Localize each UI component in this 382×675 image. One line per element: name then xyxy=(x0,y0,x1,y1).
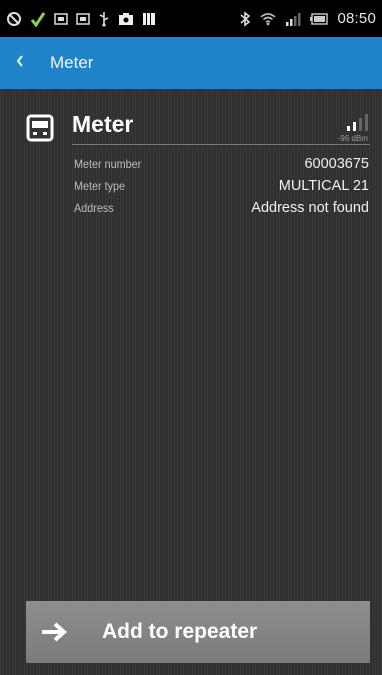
wifi-icon xyxy=(260,11,276,27)
detail-label: Meter type xyxy=(74,179,126,193)
usb-debug-icon xyxy=(30,11,46,27)
meter-header: Meter -96 dBm xyxy=(26,111,370,145)
battery-icon xyxy=(310,12,329,25)
screenshot-icon xyxy=(54,12,68,26)
signal-strength-label: -96 dBm xyxy=(337,134,368,143)
detail-row-meter-type: Meter type MULTICAL 21 xyxy=(74,178,369,200)
meter-details: Meter number 60003675 Meter type MULTICA… xyxy=(74,156,369,222)
add-to-repeater-label: Add to repeater xyxy=(102,620,258,643)
chevron-left-icon xyxy=(15,54,25,73)
signal-strength-icon xyxy=(346,113,368,131)
detail-value: Address not found xyxy=(251,200,369,216)
cell-signal-icon xyxy=(285,11,301,27)
bluetooth-icon xyxy=(239,10,251,27)
screenshot-icon xyxy=(76,12,90,26)
detail-label: Meter number xyxy=(74,157,142,171)
meter-device-icon xyxy=(26,114,54,142)
status-bar: 08:50 xyxy=(0,0,382,37)
status-time: 08:50 xyxy=(337,10,376,27)
app-bar: Meter xyxy=(0,37,382,89)
detail-row-meter-number: Meter number 60003675 xyxy=(74,156,369,178)
status-bar-right: 08:50 xyxy=(239,10,376,27)
sync-icon xyxy=(6,11,22,27)
usb-icon xyxy=(98,11,110,27)
camera-icon xyxy=(118,11,134,27)
page-title: Meter xyxy=(50,53,94,72)
detail-row-address: Address Address not found xyxy=(74,200,369,222)
detail-value: MULTICAL 21 xyxy=(278,178,369,194)
arrow-right-icon xyxy=(40,620,68,644)
header-divider xyxy=(72,144,370,145)
back-button[interactable] xyxy=(0,37,40,89)
add-to-repeater-button[interactable]: Add to repeater xyxy=(26,601,370,663)
barcode-icon xyxy=(142,11,156,27)
meter-title: Meter xyxy=(72,111,134,137)
detail-label: Address xyxy=(74,201,114,215)
detail-value: 60003675 xyxy=(304,156,369,172)
status-bar-left xyxy=(6,11,156,27)
